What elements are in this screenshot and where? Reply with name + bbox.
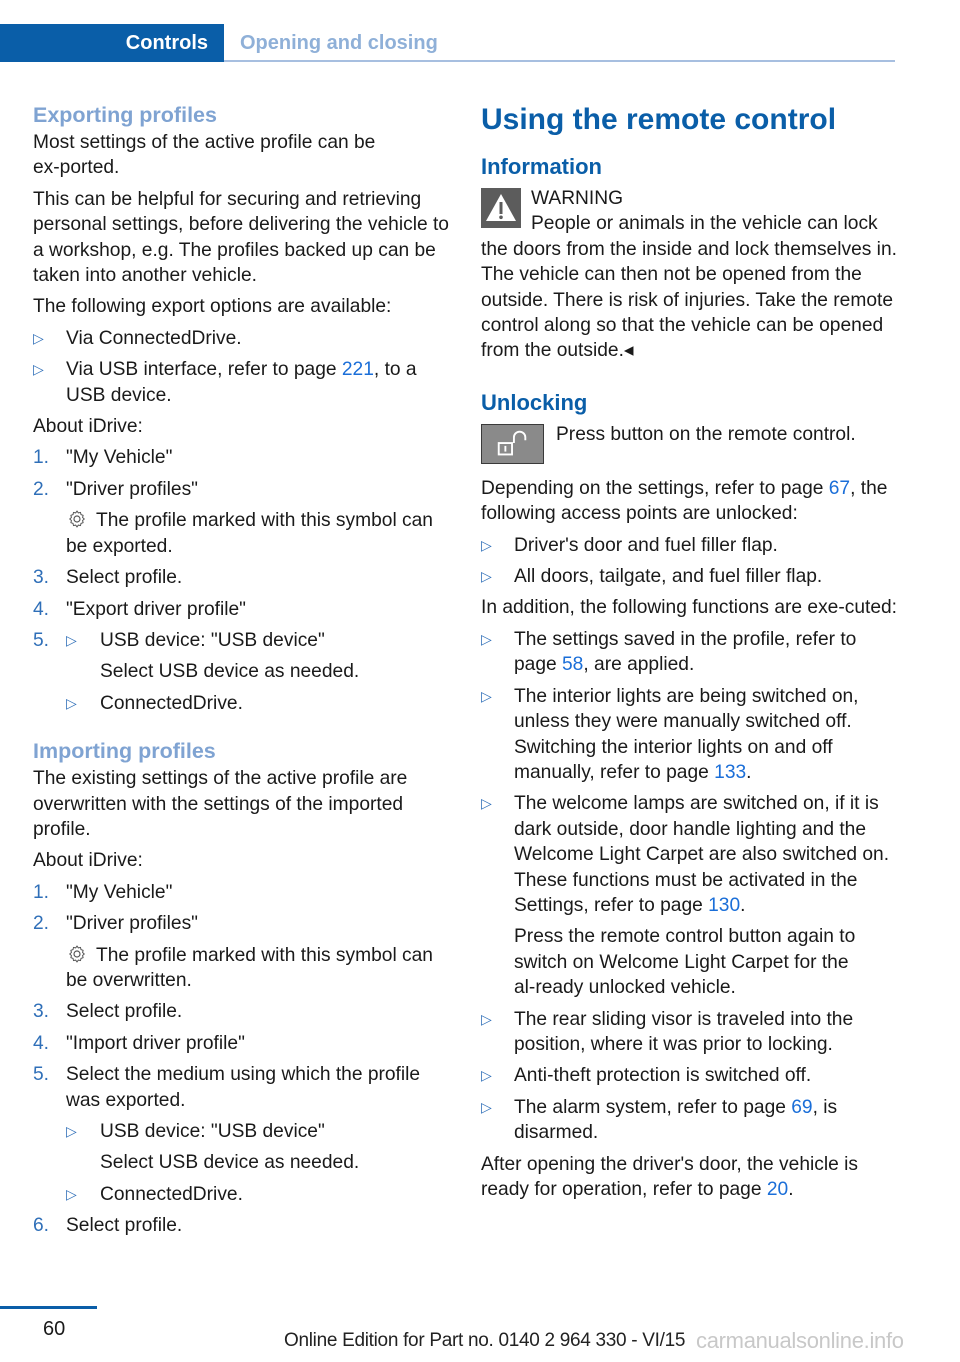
page-link-221[interactable]: 221 — [342, 359, 374, 380]
page-number: 60 — [43, 1318, 66, 1340]
bullet-triangle-icon: ▷ — [66, 631, 77, 648]
exporting-profiles-heading: Exporting profiles — [33, 103, 217, 127]
step-item: 2. "Driver profiles" The profile marked w… — [33, 913, 433, 991]
list-item: ▷ The interior lights are being switched … — [481, 685, 859, 783]
list-item: ▷ ConnectedDrive. — [66, 1182, 453, 1207]
warning-text: People or animals in the vehicle can loc… — [481, 213, 897, 362]
unlock-instruction: Press button on the remote control. — [481, 422, 901, 466]
list-item: ▷ Anti-theft protection is switched off. — [481, 1063, 901, 1088]
step-item: 1. "My Vehicle" — [33, 447, 173, 469]
step-item: 3. Select profile. — [33, 1001, 183, 1023]
list-item: ▷ The alarm system, refer to page 69, is … — [481, 1096, 838, 1144]
footer-divider — [0, 1306, 97, 1309]
page-link-67[interactable]: 67 — [829, 478, 850, 499]
header-divider — [224, 60, 895, 62]
import-steps-list: 1. "My Vehicle" 2. "Driver profiles" The p… — [33, 880, 453, 1239]
remote-control-heading: Using the remote control — [481, 103, 837, 136]
import-medium-list: ▷ USB device: "USB device" Select USB devi… — [66, 1119, 453, 1207]
step-item: 6. Select profile. — [33, 1215, 183, 1237]
warning-triangle-icon — [481, 188, 521, 228]
list-item: ▷ USB device: "USB device" Select USB devi… — [66, 1121, 360, 1174]
step-item: 5. Select the medium using which the prof… — [33, 1062, 453, 1207]
ready-for-operation-text: After opening the driver's door, the veh… — [481, 1153, 858, 1200]
bullet-triangle-icon: ▷ — [66, 1185, 77, 1202]
watermark: carmanualsonline.info — [696, 1328, 904, 1353]
list-item: ▷ The welcome lamps are switched on, if i… — [481, 793, 890, 999]
bullet-triangle-icon: ▷ — [33, 361, 44, 378]
step-item: 3. Select profile. — [33, 567, 183, 589]
list-item: ▷ All doors, tailgate, and fuel filler fl… — [481, 564, 901, 589]
page-link-20[interactable]: 20 — [767, 1179, 788, 1200]
bullet-triangle-icon: ▷ — [66, 694, 77, 711]
bullet-triangle-icon: ▷ — [481, 630, 492, 647]
warning-block: WARNING People or animals in the vehicle… — [481, 186, 901, 364]
page-link-58[interactable]: 58 — [562, 654, 583, 675]
list-item: ▷ The rear sliding visor is traveled into… — [481, 1008, 854, 1055]
importing-intro: The existing settings of the active prof… — [33, 768, 408, 840]
page-link-69[interactable]: 69 — [791, 1097, 812, 1118]
information-heading: Information — [481, 154, 602, 179]
functions-list: ▷ The settings saved in the profile, refe… — [481, 627, 901, 1146]
gear-icon — [69, 944, 85, 963]
bullet-triangle-icon: ▷ — [481, 1010, 492, 1027]
left-column: Exporting profiles Most settings of the … — [33, 100, 453, 1245]
list-item: ▷ ConnectedDrive. — [66, 691, 453, 716]
export-steps-list: 1. "My Vehicle" 2. "Driver profiles" The p… — [33, 445, 453, 716]
right-column: Using the remote control Information WAR… — [481, 100, 901, 1208]
page-link-130[interactable]: 130 — [708, 895, 740, 916]
bullet-triangle-icon: ▷ — [33, 329, 44, 346]
bullet-triangle-icon: ▷ — [481, 1067, 492, 1084]
unlock-button-icon — [481, 423, 544, 464]
list-item: ▷ USB device: "USB device" Select USB devi… — [66, 629, 360, 683]
export-options-list: ▷ Via ConnectedDrive. ▷ Via USB interface,… — [33, 326, 453, 408]
exporting-options-intro: The following export options are availab… — [33, 296, 392, 318]
step-item: 1. "My Vehicle" — [33, 881, 173, 903]
exporting-intro: Most settings of the active profile can … — [33, 132, 376, 179]
export-medium-list: ▷ USB device: "USB device" Select USB devi… — [66, 628, 453, 716]
end-mark-icon: ◂ — [623, 340, 634, 362]
bullet-triangle-icon: ▷ — [481, 795, 492, 812]
step-item: 4. "Export driver profile" — [33, 598, 246, 620]
list-item: ▷ Driver's door and fuel filler flap. — [481, 533, 901, 558]
access-points-list: ▷ Driver's door and fuel filler flap. ▷ Al… — [481, 533, 901, 590]
gear-icon — [69, 510, 85, 529]
importing-profiles-heading: Importing profiles — [33, 739, 216, 764]
functions-intro: In addition, the following functions are… — [481, 597, 897, 619]
list-item: ▷ Via ConnectedDrive. — [33, 326, 453, 351]
chapter-tab-opening-closing[interactable]: Opening and closing — [240, 24, 438, 62]
bullet-triangle-icon: ▷ — [481, 1098, 492, 1115]
unlocking-settings-text: Depending on the settings, refer to page… — [481, 477, 888, 525]
step-item: 4. "Import driver profile" — [33, 1032, 245, 1054]
step-item: 5. ▷ USB device: "USB device" Select USB d… — [33, 628, 453, 716]
list-item: ▷ The settings saved in the profile, refe… — [481, 628, 857, 676]
unlocking-heading: Unlocking — [481, 389, 588, 415]
section-tab-controls[interactable]: Controls — [0, 24, 224, 62]
bullet-triangle-icon: ▷ — [481, 536, 492, 553]
edition-text: Online Edition for Part no. 0140 2 964 3… — [284, 1330, 686, 1351]
warning-label: WARNING — [531, 188, 624, 209]
press-button-text: Press button on the remote control. — [556, 423, 856, 445]
bullet-triangle-icon: ▷ — [481, 687, 492, 704]
about-idrive-label: About iDrive: — [33, 850, 143, 872]
step-item: 2. "Driver profiles" The profile marked w… — [33, 478, 433, 557]
exporting-purpose: This can be helpful for securing and ret… — [33, 188, 449, 287]
page-header: Controls Opening and closing — [0, 24, 895, 62]
bullet-triangle-icon: ▷ — [481, 568, 492, 585]
list-item: ▷ Via USB interface, refer to page 221, t… — [33, 359, 417, 406]
bullet-triangle-icon: ▷ — [66, 1123, 77, 1139]
page-link-133[interactable]: 133 — [714, 762, 746, 783]
about-idrive-label: About iDrive: — [33, 416, 143, 438]
